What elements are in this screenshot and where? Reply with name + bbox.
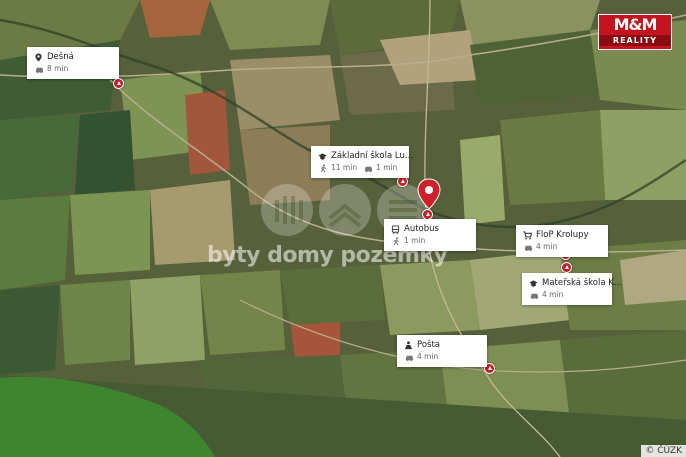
map-attribution[interactable]: © ČÚZK: [641, 445, 686, 457]
poi-name: FloP Krolupy: [536, 230, 589, 240]
bus-icon: [391, 224, 400, 234]
car-icon: [524, 245, 533, 251]
school-icon: [318, 152, 327, 160]
car-icon: [35, 67, 44, 73]
travel-time: 8 min: [47, 64, 69, 73]
route-pin-icon[interactable]: [113, 78, 124, 89]
school-icon: [529, 279, 538, 287]
poi-card-materska-skola[interactable]: Mateřská škola K... 4 min: [522, 273, 622, 305]
travel-time: 4 min: [542, 290, 564, 299]
poi-name: Dešná: [47, 52, 74, 62]
map-view[interactable]: byty domy pozemky Dešná 8 min Základní š…: [0, 0, 686, 457]
travel-time: 4 min: [417, 352, 439, 361]
logo-bottom-text: REALITY: [599, 35, 671, 46]
poi-name: Základní škola Lu...: [331, 151, 413, 161]
poi-name: Mateřská škola K...: [542, 278, 622, 288]
poi-name: Pošta: [417, 340, 440, 350]
poi-name: Autobus: [404, 224, 439, 234]
poi-card-desna[interactable]: Dešná 8 min: [27, 47, 119, 79]
walk-time: 11 min: [331, 163, 358, 172]
logo-top-text: M&M: [613, 15, 658, 34]
location-icon: [35, 52, 42, 62]
mm-reality-logo: M&M REALITY: [598, 14, 672, 50]
poi-card-autobus[interactable]: Autobus 1 min: [384, 219, 476, 251]
poi-card-flop-krolupy[interactable]: FloP Krolupy 4 min: [516, 225, 608, 257]
route-pin-icon[interactable]: [561, 262, 572, 273]
car-icon: [530, 293, 539, 299]
travel-time: 1 min: [404, 236, 426, 245]
property-location-pin-icon[interactable]: [417, 178, 441, 210]
shop-icon: [523, 230, 532, 239]
poi-card-posta[interactable]: Pošta 4 min: [397, 335, 487, 367]
walk-icon: [393, 236, 399, 245]
car-icon: [405, 355, 414, 361]
car-time: 1 min: [376, 163, 398, 172]
walk-icon: [320, 163, 326, 172]
car-icon: [364, 166, 373, 172]
post-icon: [404, 340, 413, 349]
travel-time: 4 min: [536, 242, 558, 251]
poi-card-zakladni-skola[interactable]: Základní škola Lu... 11 min 1 min: [311, 146, 413, 178]
